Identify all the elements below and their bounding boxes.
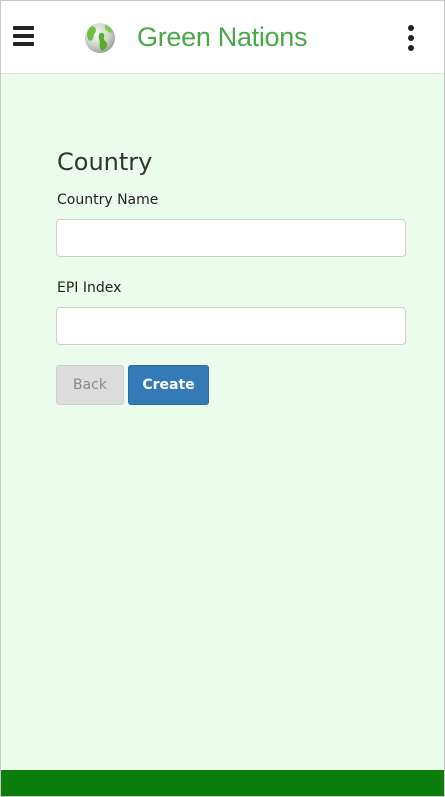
vertical-ellipsis-icon[interactable]: [401, 21, 421, 55]
hamburger-menu-icon[interactable]: [11, 23, 37, 49]
dot: [408, 35, 414, 41]
epi-index-input[interactable]: [56, 307, 406, 345]
footer-bar: [1, 770, 444, 796]
epi-index-label: EPI Index: [57, 280, 122, 296]
globe-icon: [85, 23, 115, 53]
back-button[interactable]: Back: [56, 365, 124, 405]
menu-line: [13, 34, 34, 38]
country-name-input[interactable]: [56, 219, 406, 257]
app-title: Green Nations: [137, 22, 308, 52]
country-name-label: Country Name: [57, 192, 159, 208]
main-content: Country Country Name EPI Index Back Crea…: [1, 74, 444, 770]
dot: [408, 45, 414, 51]
menu-line: [13, 42, 34, 46]
create-button[interactable]: Create: [128, 365, 209, 405]
app-bar: Green Nations: [1, 1, 444, 74]
menu-line: [13, 26, 34, 30]
app-frame: Green Nations Country Country Name EPI I…: [0, 0, 445, 797]
form-heading: Country: [57, 148, 153, 176]
dot: [408, 25, 414, 31]
